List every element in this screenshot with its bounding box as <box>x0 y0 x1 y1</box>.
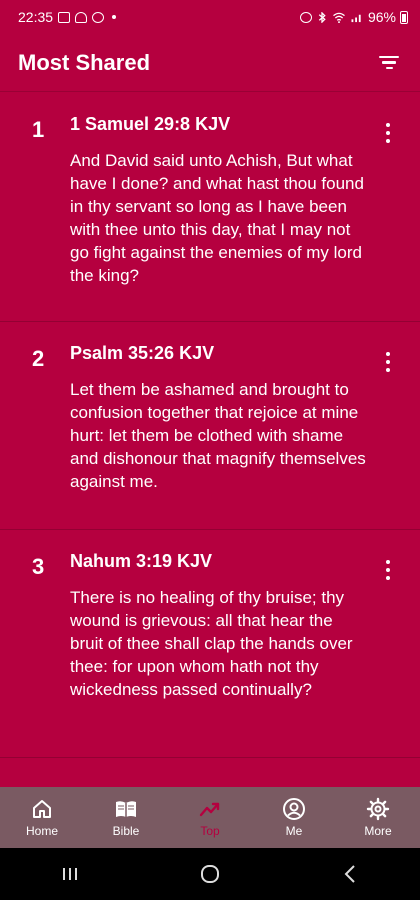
verse-rank: 1 <box>32 117 45 142</box>
nav-top-label: Top <box>200 824 220 838</box>
more-vert-icon-dot <box>386 568 390 572</box>
verse-text: Let them be ashamed and brought to confu… <box>70 380 366 491</box>
alarm-icon <box>299 11 312 23</box>
battery-percent: 96% <box>367 9 396 25</box>
app-bar: Most Shared <box>0 34 420 92</box>
nav-me[interactable]: Me <box>252 797 336 838</box>
back-button[interactable] <box>330 859 370 889</box>
nav-home[interactable]: Home <box>0 797 84 838</box>
more-vert-icon <box>386 123 390 127</box>
verse-reference: Nahum 3:19 KJV <box>70 551 213 571</box>
verse-rank: 2 <box>32 346 45 371</box>
filter-button[interactable] <box>376 50 402 76</box>
nav-me-label: Me <box>285 824 303 838</box>
image-notification-icon <box>58 11 71 23</box>
more-vert-icon-dot <box>386 360 390 364</box>
bluetooth-icon <box>318 11 326 23</box>
nav-home-label: Home <box>25 824 58 838</box>
system-navigation-bar <box>0 848 420 900</box>
back-icon <box>344 865 355 883</box>
bottom-navigation: Home Bible Top Me More <box>0 787 420 848</box>
verse-reference: Psalm 35:26 KJV <box>70 343 215 363</box>
nav-bible[interactable]: Bible <box>84 797 168 838</box>
filter-icon-line <box>385 66 393 70</box>
verse-card[interactable]: 1 1 Samuel 29:8 KJV And David said unto … <box>0 93 420 322</box>
battery-icon <box>400 10 408 24</box>
signal-icon <box>351 14 361 22</box>
more-vert-icon-dot <box>386 131 390 135</box>
home-circle-icon <box>201 865 219 883</box>
more-vert-icon-dot <box>386 368 390 372</box>
person-icon <box>283 798 305 820</box>
status-time: 22:35 <box>18 9 54 25</box>
do-not-disturb-icon <box>92 11 105 23</box>
verse-reference: 1 Samuel 29:8 KJV <box>70 114 231 134</box>
verse-card[interactable]: 2 Psalm 35:26 KJV Let them be ashamed an… <box>0 322 420 530</box>
gear-icon <box>366 797 390 821</box>
app-notification-icon <box>75 11 88 23</box>
nav-more-label: More <box>364 824 392 838</box>
more-options-button[interactable] <box>384 123 392 143</box>
nav-top[interactable]: Top <box>168 797 252 838</box>
trending-icon <box>199 802 220 817</box>
verse-list[interactable]: 1 1 Samuel 29:8 KJV And David said unto … <box>0 93 420 787</box>
more-notifications-icon <box>112 15 117 19</box>
nav-bible-label: Bible <box>112 824 140 838</box>
filter-icon <box>379 55 399 59</box>
more-options-button[interactable] <box>384 352 392 372</box>
filter-icon-line <box>382 61 396 64</box>
wifi-icon <box>333 12 345 23</box>
home-button[interactable] <box>190 859 230 889</box>
book-icon <box>116 801 136 817</box>
recent-apps-button[interactable] <box>50 859 90 889</box>
page-title: Most Shared <box>18 49 151 75</box>
more-options-button[interactable] <box>384 560 392 580</box>
verse-card[interactable]: 3 Nahum 3:19 KJV There is no healing of … <box>0 530 420 758</box>
verse-text: And David said unto Achish, But what hav… <box>70 151 364 285</box>
status-bar: 22:35 96% <box>0 0 420 34</box>
verse-text: There is no healing of thy bruise; thy w… <box>70 588 353 699</box>
more-vert-icon-dot <box>386 576 390 580</box>
recent-apps-icon <box>63 868 77 880</box>
more-vert-icon <box>386 560 390 564</box>
home-icon <box>33 800 51 818</box>
more-vert-icon-dot <box>386 139 390 143</box>
nav-more[interactable]: More <box>336 797 420 838</box>
more-vert-icon <box>386 352 390 356</box>
verse-rank: 3 <box>32 554 45 579</box>
